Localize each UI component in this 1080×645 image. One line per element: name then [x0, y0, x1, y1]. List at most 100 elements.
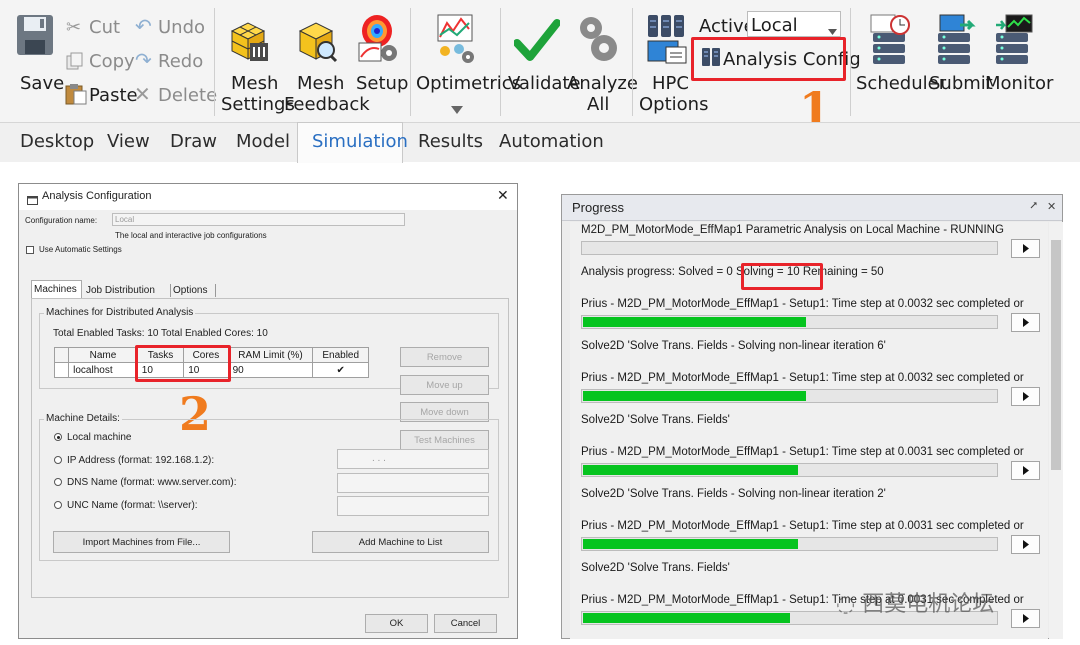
expand-arrow-button[interactable]	[1011, 461, 1040, 480]
dns-name-label: DNS Name (format: www.server.com):	[67, 477, 237, 488]
tab-model[interactable]: Model	[236, 131, 290, 152]
hpc-options-button-line2[interactable]: Options	[639, 94, 708, 115]
gears-icon[interactable]	[574, 12, 620, 64]
expand-arrow-button[interactable]	[1011, 313, 1040, 332]
expand-arrow-button[interactable]	[1011, 387, 1040, 406]
progress-scrollbar[interactable]	[1049, 222, 1063, 639]
mesh-settings-button[interactable]: Mesh	[231, 73, 278, 94]
move-up-button[interactable]: Move up	[400, 375, 489, 395]
hpc-options-button[interactable]: HPC	[652, 73, 689, 94]
ribbon-separator	[500, 8, 501, 116]
ip-address-field[interactable]: . . .	[337, 449, 489, 469]
tab-results[interactable]: Results	[418, 131, 483, 152]
submit-button[interactable]: Submit	[929, 73, 993, 94]
local-machine-radio[interactable]	[54, 433, 62, 441]
chevron-down-icon[interactable]	[451, 101, 463, 114]
progress-bar	[581, 463, 998, 477]
machine-enabled-checkbox[interactable]: ✔	[312, 362, 369, 378]
column-header-ram-limit[interactable]: RAM Limit (%)	[227, 347, 314, 363]
close-icon[interactable]: ✕	[1047, 200, 1056, 213]
copy-button[interactable]: Copy	[89, 51, 135, 72]
machine-name-cell[interactable]: localhost	[68, 362, 138, 378]
scheduler-icon[interactable]	[869, 13, 913, 67]
play-arrow-icon	[1022, 318, 1029, 327]
pin-icon[interactable]: ⭧	[1030, 200, 1037, 213]
machine-details-title: Machine Details:	[44, 413, 122, 424]
monitor-icon[interactable]	[992, 13, 1036, 67]
remove-button[interactable]: Remove	[400, 347, 489, 367]
expand-arrow-button[interactable]	[1011, 609, 1040, 628]
unc-name-label: UNC Name (format: \\server):	[67, 500, 198, 511]
mesh-feedback-button-line2[interactable]: Feedback	[284, 94, 370, 115]
mesh-feedback-button[interactable]: Mesh	[297, 73, 344, 94]
progress-entry-text: Prius - M2D_PM_MotorMode_EffMap1 - Setup…	[581, 520, 1024, 532]
column-header-name[interactable]: Name	[68, 347, 138, 363]
callout-box-analysis-config	[691, 37, 846, 81]
expand-arrow-button[interactable]	[1011, 535, 1040, 554]
auto-settings-checkbox[interactable]	[26, 246, 34, 254]
progress-entry-text: Solve2D 'Solve Trans. Fields'	[581, 562, 730, 574]
play-arrow-icon	[1022, 540, 1029, 549]
unc-name-field[interactable]	[337, 496, 489, 516]
tab-view[interactable]: View	[107, 131, 150, 152]
ribbon-separator	[214, 8, 215, 116]
setup-button[interactable]: Setup	[356, 73, 408, 94]
ok-button[interactable]: OK	[365, 614, 428, 633]
tab-draw[interactable]: Draw	[170, 131, 217, 152]
dns-name-field[interactable]	[337, 473, 489, 493]
unc-name-radio[interactable]	[54, 501, 62, 509]
config-description: The local and interactive job configurat…	[115, 231, 267, 240]
scissors-icon: ✂	[66, 17, 82, 37]
ip-address-radio[interactable]	[54, 456, 62, 464]
tab-job-distribution[interactable]: Job Distribution	[86, 285, 155, 296]
checkmark-icon[interactable]	[513, 17, 561, 63]
save-icon[interactable]	[16, 14, 54, 56]
import-machines-button[interactable]: Import Machines from File...	[53, 531, 230, 553]
tab-machines-label: Machines	[34, 284, 77, 295]
dialog-title-bar: Analysis Configuration ✕	[19, 184, 517, 210]
close-icon[interactable]: ✕	[497, 187, 509, 204]
ribbon-separator	[850, 8, 851, 116]
analyze-all-button-line2[interactable]: All	[587, 94, 609, 115]
active-config-select[interactable]: Local	[747, 11, 841, 37]
optimetrics-button[interactable]: Optimetrics	[416, 73, 521, 94]
column-header-enabled[interactable]: Enabled	[312, 347, 369, 363]
ip-address-dots: . . .	[372, 453, 386, 464]
scrollbar-thumb[interactable]	[1051, 240, 1061, 470]
submit-icon[interactable]	[934, 13, 978, 67]
progress-bar	[581, 241, 998, 255]
monitor-button[interactable]: Monitor	[985, 73, 1053, 94]
test-machines-button[interactable]: Test Machines	[400, 430, 489, 450]
cancel-button[interactable]: Cancel	[434, 614, 497, 633]
save-button[interactable]: Save	[20, 73, 64, 94]
progress-bar	[581, 315, 998, 329]
ribbon-toolbar: Save ✂ Cut Copy Paste ↶ Undo ↷ Redo ✕ De…	[0, 0, 1080, 163]
paste-button[interactable]: Paste	[89, 85, 138, 106]
hpc-servers-icon[interactable]	[646, 13, 688, 65]
tab-simulation[interactable]: Simulation	[312, 131, 408, 152]
add-machine-button[interactable]: Add Machine to List	[312, 531, 489, 553]
tab-automation[interactable]: Automation	[499, 131, 604, 152]
setup-icon[interactable]	[357, 13, 399, 65]
cut-button[interactable]: Cut	[89, 17, 120, 38]
paste-icon	[65, 83, 87, 105]
optimetrics-icon[interactable]	[435, 13, 477, 65]
tab-machines[interactable]: Machines	[31, 280, 82, 299]
undo-button[interactable]: Undo	[158, 17, 205, 38]
progress-title-bar: Progress ⭧ ✕	[562, 195, 1062, 221]
play-arrow-icon	[1022, 392, 1029, 401]
redo-button[interactable]: Redo	[158, 51, 203, 72]
tab-desktop[interactable]: Desktop	[20, 131, 94, 152]
expand-arrow-button[interactable]	[1011, 239, 1040, 258]
delete-button[interactable]: Delete	[158, 85, 217, 106]
mesh-settings-icon[interactable]	[228, 19, 270, 63]
watermark-logo: ◌ 西莫电机论坛	[836, 586, 994, 618]
tab-options[interactable]: Options	[173, 285, 207, 296]
dns-name-radio[interactable]	[54, 478, 62, 486]
chevron-down-icon	[828, 22, 837, 35]
progress-entry-text: M2D_PM_MotorMode_EffMap1 Parametric Anal…	[581, 224, 1004, 236]
ribbon-separator	[410, 8, 411, 116]
machine-ram-cell[interactable]: 90	[227, 362, 314, 378]
analyze-all-button[interactable]: Analyze	[567, 73, 638, 94]
mesh-feedback-icon[interactable]	[296, 19, 338, 63]
